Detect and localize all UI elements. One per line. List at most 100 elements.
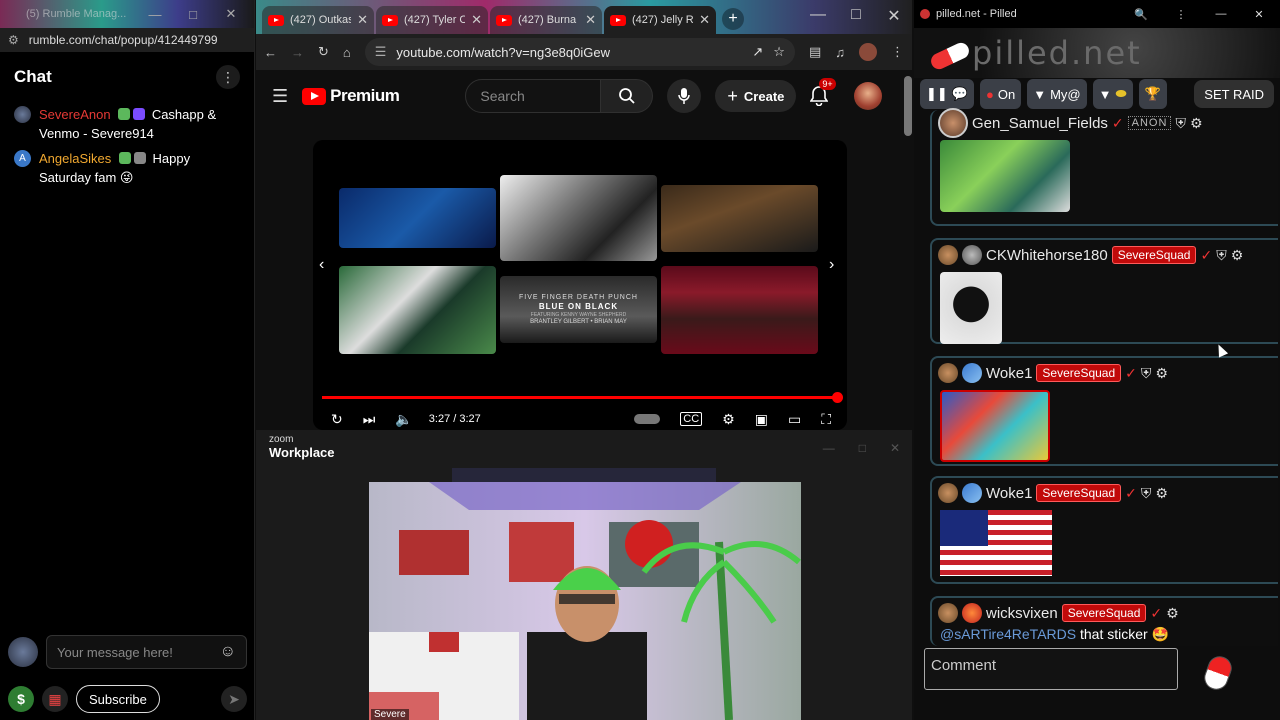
shield-icon[interactable]: ⛨ bbox=[1175, 115, 1186, 132]
close-icon[interactable]: ✕ bbox=[890, 441, 900, 455]
close-icon[interactable]: ✕ bbox=[876, 6, 912, 34]
trophy-button[interactable]: 🏆 bbox=[1138, 79, 1167, 109]
voice-search-button[interactable] bbox=[667, 79, 702, 113]
post-image[interactable] bbox=[940, 140, 1070, 212]
close-icon[interactable]: ✕ bbox=[1244, 8, 1274, 21]
maximize-icon[interactable]: □ bbox=[859, 441, 866, 455]
mentions-filter-button[interactable]: ▼ My@ bbox=[1027, 79, 1087, 109]
gear-icon[interactable]: ⚙ bbox=[1190, 115, 1203, 132]
pause-chat-button[interactable]: ❚❚ 💬 bbox=[920, 79, 974, 109]
subscribe-button[interactable]: Subscribe bbox=[76, 685, 160, 713]
miniplayer-icon[interactable]: ▣ bbox=[755, 411, 768, 428]
emoji-icon[interactable]: ☺ bbox=[220, 643, 236, 661]
browser-menu-icon[interactable]: ⋮ bbox=[891, 44, 904, 60]
close-tab-icon[interactable]: ✕ bbox=[699, 12, 710, 28]
chat-username[interactable]: SevereAnon bbox=[39, 107, 111, 122]
endscreen-video-thumbnail[interactable] bbox=[500, 175, 657, 261]
create-button[interactable]: + Create bbox=[715, 80, 797, 112]
avatar[interactable] bbox=[938, 603, 958, 623]
post-username[interactable]: wicksvixen bbox=[986, 605, 1058, 622]
avatar[interactable] bbox=[938, 245, 958, 265]
avatar[interactable] bbox=[962, 245, 982, 265]
endscreen-video-thumbnail[interactable] bbox=[661, 185, 818, 252]
open-in-app-icon[interactable]: ↗ bbox=[752, 44, 763, 60]
browser-tab[interactable]: (427) Tyler C ✕ bbox=[376, 6, 488, 34]
autoplay-toggle[interactable] bbox=[634, 414, 661, 424]
post-image[interactable] bbox=[940, 272, 1002, 344]
gear-icon[interactable]: ⚙ bbox=[1166, 605, 1179, 622]
account-avatar[interactable] bbox=[854, 82, 883, 110]
post-username[interactable]: Gen_Samuel_Fields bbox=[972, 115, 1108, 132]
maximize-icon[interactable]: □ bbox=[174, 7, 212, 22]
captions-icon[interactable]: CC bbox=[680, 412, 703, 426]
address-bar[interactable]: ☰ youtube.com/watch?v=ng3e8q0iGew ↗ ☆ bbox=[364, 38, 795, 66]
chat-username[interactable]: AngelaSikes bbox=[39, 151, 111, 166]
new-tab-button[interactable]: + bbox=[722, 8, 744, 30]
page-scrollbar[interactable] bbox=[904, 76, 912, 136]
theater-mode-icon[interactable]: ▭ bbox=[788, 411, 801, 428]
endscreen-prev-icon[interactable]: ‹ bbox=[319, 256, 324, 274]
progress-bar[interactable] bbox=[322, 392, 843, 403]
chat-message-input[interactable]: Your message here! ☺ bbox=[46, 635, 247, 669]
gear-icon[interactable]: ⚙ bbox=[1231, 247, 1244, 264]
set-raid-button[interactable]: SET RAID bbox=[1194, 80, 1274, 108]
rumble-address-bar[interactable]: ⚙ rumble.com/chat/popup/412449799 bbox=[0, 28, 254, 52]
endscreen-next-icon[interactable]: › bbox=[829, 256, 834, 274]
close-tab-icon[interactable]: ✕ bbox=[585, 12, 596, 28]
browser-tab[interactable]: (427) Burna ✕ bbox=[490, 6, 602, 34]
window-menu-icon[interactable]: ⋮ bbox=[1164, 8, 1198, 21]
gear-icon[interactable]: ⚙ bbox=[1155, 365, 1168, 382]
minimize-icon[interactable]: — bbox=[800, 6, 836, 34]
participant-video[interactable]: Severe bbox=[369, 482, 801, 720]
close-tab-icon[interactable]: ✕ bbox=[357, 12, 368, 28]
endscreen-video-thumbnail[interactable]: FIVE FINGER DEATH PUNCH BLUE ON BLACK FE… bbox=[500, 276, 657, 343]
chat-menu-button[interactable]: ⋮ bbox=[216, 65, 240, 89]
shield-icon[interactable]: ⛨ bbox=[1141, 365, 1152, 382]
close-tab-icon[interactable]: ✕ bbox=[471, 12, 482, 28]
media-controls-icon[interactable]: ♫ bbox=[835, 45, 845, 60]
send-icon[interactable]: ➤ bbox=[221, 686, 247, 712]
minimize-icon[interactable]: — bbox=[1204, 8, 1238, 20]
replay-icon[interactable]: ↻ bbox=[331, 411, 343, 428]
post-username[interactable]: CKWhitehorse180 bbox=[986, 247, 1108, 264]
post-username[interactable]: Woke1 bbox=[986, 485, 1032, 502]
pill-toggle-button[interactable]: ● On bbox=[979, 79, 1022, 109]
close-icon[interactable]: ✕ bbox=[212, 6, 250, 22]
notifications-button[interactable]: 9+ bbox=[810, 78, 836, 106]
reading-mode-icon[interactable]: ▤ bbox=[809, 44, 821, 60]
next-icon[interactable]: ⏭ bbox=[363, 411, 376, 428]
forward-icon[interactable]: → bbox=[291, 45, 304, 60]
endscreen-video-thumbnail[interactable] bbox=[339, 188, 496, 248]
filter-pill-button[interactable]: ▼ ⬬ bbox=[1092, 79, 1133, 109]
avatar[interactable] bbox=[938, 483, 958, 503]
progress-scrubber[interactable] bbox=[832, 392, 843, 403]
browser-tab[interactable]: (427) Outkast ✕ bbox=[262, 6, 374, 34]
avatar[interactable] bbox=[938, 363, 958, 383]
site-info-icon[interactable]: ☰ bbox=[375, 44, 387, 60]
minimize-icon[interactable]: — bbox=[823, 441, 835, 455]
endscreen-video-thumbnail[interactable] bbox=[339, 266, 496, 354]
endscreen-video-thumbnail[interactable] bbox=[661, 266, 818, 354]
video-player[interactable]: FIVE FINGER DEATH PUNCH BLUE ON BLACK FE… bbox=[313, 140, 847, 430]
pill-send-button[interactable] bbox=[1200, 652, 1236, 694]
site-info-icon[interactable]: ⚙ bbox=[8, 33, 19, 47]
search-button[interactable] bbox=[601, 79, 654, 113]
minimize-icon[interactable]: — bbox=[136, 7, 174, 22]
shield-icon[interactable]: ⛨ bbox=[1216, 247, 1227, 264]
back-icon[interactable]: ← bbox=[264, 45, 277, 60]
home-icon[interactable]: ⌂ bbox=[343, 45, 351, 60]
maximize-icon[interactable]: □ bbox=[838, 6, 874, 34]
post-username[interactable]: Woke1 bbox=[986, 365, 1032, 382]
settings-gear-icon[interactable]: ⚙ bbox=[722, 411, 735, 428]
avatar[interactable] bbox=[938, 108, 968, 138]
dollar-icon[interactable]: $ bbox=[8, 686, 34, 712]
avatar[interactable] bbox=[962, 483, 982, 503]
youtube-logo[interactable]: Premium bbox=[302, 86, 400, 106]
post-image[interactable] bbox=[940, 510, 1052, 576]
avatar[interactable] bbox=[962, 363, 982, 383]
browser-tab-active[interactable]: (427) Jelly Ro ✕ bbox=[604, 6, 716, 34]
comment-input[interactable]: Comment bbox=[924, 648, 1178, 690]
profile-avatar[interactable] bbox=[859, 43, 877, 61]
search-input[interactable]: Search bbox=[465, 79, 602, 113]
zoom-in-icon[interactable]: 🔍 bbox=[1124, 8, 1158, 21]
